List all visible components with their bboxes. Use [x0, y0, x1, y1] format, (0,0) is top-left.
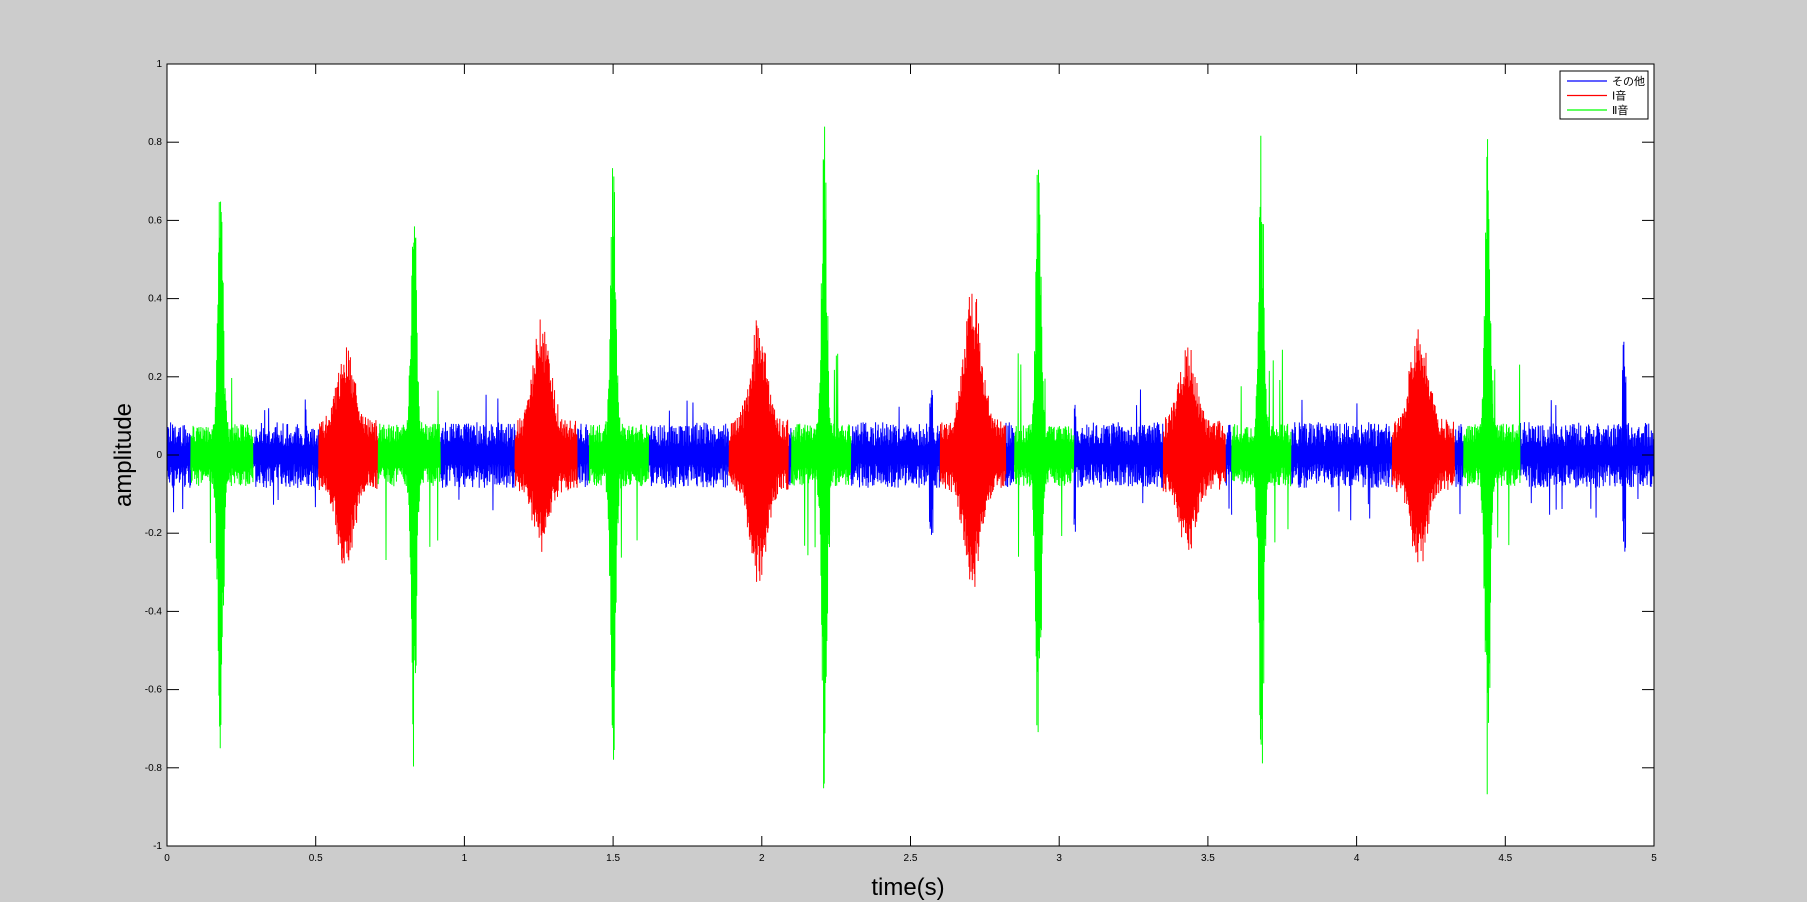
x-axis-label: time(s) [871, 874, 944, 901]
x-tick-label: 0 [164, 853, 170, 864]
x-tick-label: 1 [462, 853, 468, 864]
y-tick-label: -0.6 [145, 685, 163, 696]
x-tick-label: 4.5 [1498, 853, 1512, 864]
x-tick-label: 2.5 [904, 853, 918, 864]
y-tick-label: -0.8 [145, 763, 163, 774]
legend-label: Ⅰ音 [1612, 89, 1626, 103]
x-tick-label: 0.5 [309, 853, 323, 864]
y-tick-label: 0.6 [148, 215, 162, 226]
y-tick-label: -1 [153, 841, 162, 852]
legend-label: Ⅱ音 [1612, 103, 1628, 117]
y-tick-label: 0.8 [148, 137, 162, 148]
x-tick-label: 2 [759, 853, 765, 864]
y-axis-label: amplitude [110, 403, 137, 507]
y-tick-label: 0.2 [148, 372, 162, 383]
y-tick-label: -0.4 [145, 606, 163, 617]
x-tick-label: 4 [1354, 853, 1360, 864]
legend-label: その他 [1612, 75, 1645, 88]
x-tick-label: 3 [1056, 853, 1062, 864]
y-tick-label: 1 [156, 59, 162, 70]
legend: その他Ⅰ音Ⅱ音 [1559, 70, 1649, 120]
x-tick-label: 1.5 [606, 853, 620, 864]
x-tick-label: 3.5 [1201, 853, 1215, 864]
chart-figure: 0 0.5 1 1.5 2 2.5 3 3.5 4 4.5 5 -1 -0.8 -0.6 -0.4 -0.2… [0, 0, 1807, 902]
y-tick-label: -0.2 [145, 528, 163, 539]
x-tick-label: 5 [1651, 853, 1657, 864]
y-tick-label: 0 [156, 450, 162, 461]
y-tick-label: 0.4 [148, 294, 162, 305]
